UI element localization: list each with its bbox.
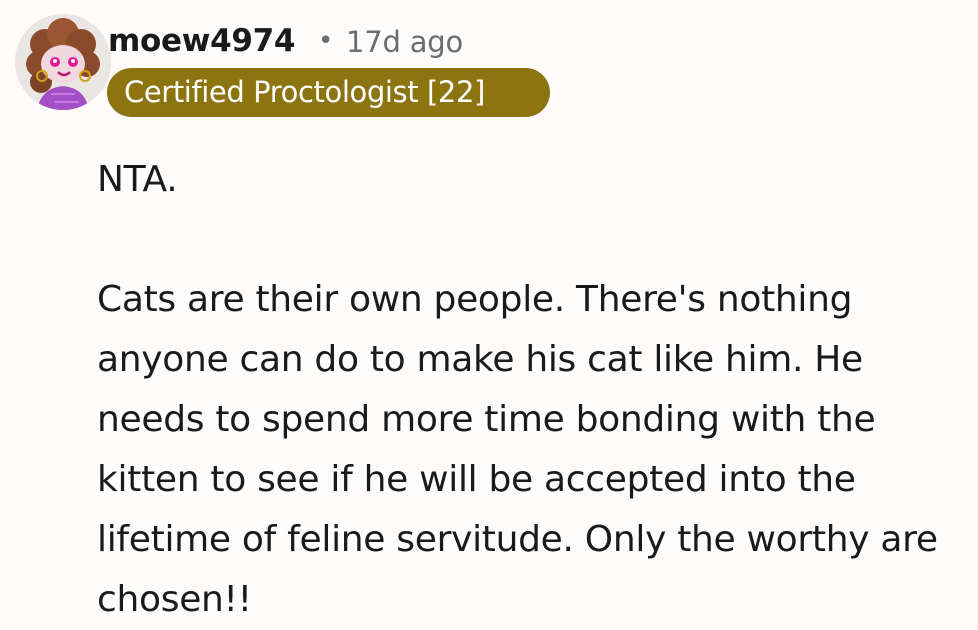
comment-paragraph: Cats are their own people. There's nothi… (97, 279, 938, 620)
meta-separator: • (318, 26, 334, 56)
timestamp[interactable]: 17d ago (346, 21, 463, 63)
snoo-avatar-icon[interactable] (15, 14, 111, 110)
comment-body: NTA. Cats are their own people. There's … (97, 150, 967, 630)
comment-paragraph: NTA. (97, 159, 178, 200)
username-link[interactable]: moew4974 (108, 20, 295, 62)
user-flair-badge: Certified Proctologist [22] (107, 68, 550, 117)
comment: moew4974 • 17d ago Certified Proctologis… (0, 0, 978, 620)
